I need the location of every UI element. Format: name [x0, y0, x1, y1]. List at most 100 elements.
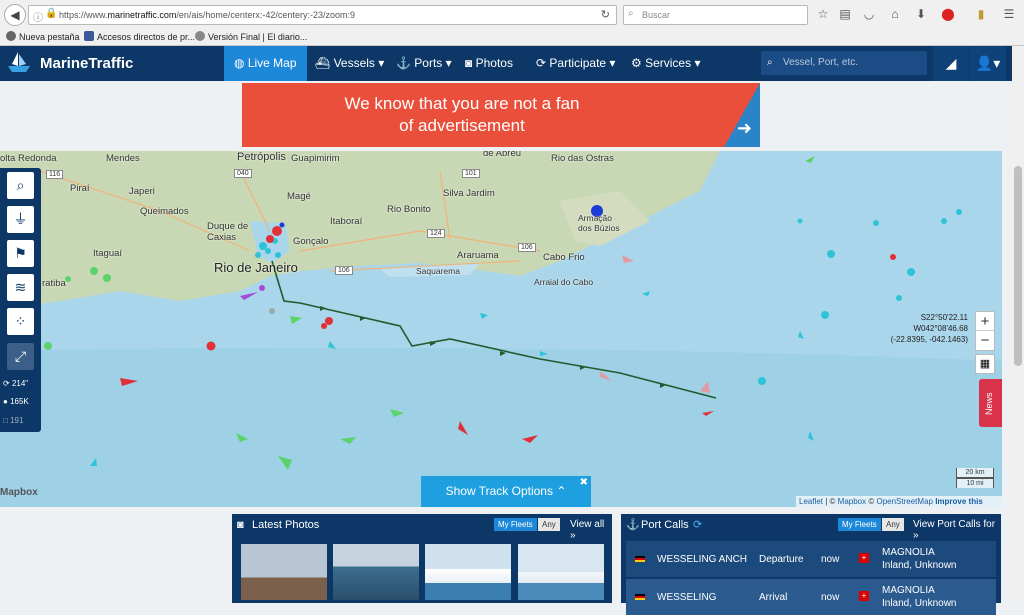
- nav-services[interactable]: ⚙ Services ▾: [621, 46, 710, 81]
- browser-search-input[interactable]: ⌕ Buscar: [623, 5, 808, 25]
- stat-value: 191: [10, 416, 24, 425]
- view-all-link[interactable]: View all »: [570, 519, 612, 541]
- fleet-icon[interactable]: ⚑: [7, 240, 34, 267]
- filter-icon[interactable]: ⏚: [7, 206, 34, 233]
- vessel-search-input[interactable]: ⌕ Vessel, Port, etc.: [761, 51, 927, 75]
- any-toggle[interactable]: Any: [538, 518, 560, 531]
- nav-label: Participate: [549, 56, 607, 70]
- home-icon[interactable]: ⌂: [888, 7, 902, 21]
- coords-lat: S22°50'22.11: [920, 313, 968, 322]
- scale-km: 20 km: [956, 468, 994, 478]
- road-shield: 116: [46, 170, 64, 179]
- search-icon: ⌕: [767, 57, 773, 68]
- photo-thumbnail[interactable]: [241, 544, 327, 600]
- back-button[interactable]: ◀: [4, 4, 26, 26]
- extension-icon[interactable]: ▮: [974, 7, 988, 21]
- advertisement-banner[interactable]: We know that you are not a fan of adverti…: [242, 83, 760, 147]
- event-type: Departure: [759, 554, 804, 565]
- refresh-icon[interactable]: ⟳: [693, 518, 702, 531]
- news-tab[interactable]: News: [979, 379, 1002, 427]
- stat-value: 214": [11, 379, 29, 388]
- download-icon[interactable]: ⬇: [914, 7, 928, 21]
- leaflet-link[interactable]: Leaflet: [799, 497, 823, 506]
- mapbox-link[interactable]: Mapbox: [838, 497, 866, 506]
- bookmark-label: Accesos directos de pr...: [97, 32, 196, 42]
- vessel-grey: [269, 308, 275, 314]
- my-fleets-toggle[interactable]: My Fleets: [494, 518, 537, 531]
- close-icon[interactable]: ✖: [580, 467, 588, 498]
- city-label: Petrópolis: [237, 151, 286, 163]
- city-label: Guapimirim: [291, 153, 340, 164]
- brand-name[interactable]: MarineTraffic: [40, 55, 133, 72]
- scale-mi: 10 mi: [956, 478, 994, 488]
- bookmarks-bar: Nueva pestaña Accesos directos de pr... …: [0, 29, 1024, 45]
- reload-icon[interactable]: ↻: [601, 8, 610, 21]
- table-row[interactable]: WESSELING ANCH Departure now + MAGNOLIA …: [626, 541, 996, 577]
- bookmark-new-tab[interactable]: Nueva pestaña: [6, 31, 80, 42]
- mapbox-logo[interactable]: Mapbox: [0, 487, 38, 498]
- camera-icon: ◙: [237, 519, 244, 531]
- table-row[interactable]: WESSELING Arrival now + MAGNOLIA Inland,…: [626, 579, 996, 615]
- menu-icon[interactable]: ☰: [1002, 7, 1016, 21]
- url-domain: marinetraffic.com: [107, 10, 177, 20]
- any-toggle[interactable]: Any: [882, 518, 904, 531]
- pocket-icon[interactable]: ◡: [862, 7, 876, 21]
- zoom-in-button[interactable]: +: [976, 312, 994, 331]
- cursor-coordinates: S22°50'22.11 W042°08'46.68 (-22.8395, -0…: [880, 312, 968, 345]
- anchor-icon: ⚓: [626, 519, 640, 531]
- view-port-calls-link[interactable]: View Port Calls for »: [913, 519, 1001, 541]
- adblock-icon[interactable]: ⬤: [941, 7, 955, 21]
- zoom-out-button[interactable]: −: [976, 331, 994, 350]
- refresh-stat: ⟳ 214": [3, 379, 28, 388]
- reading-list-icon[interactable]: ▤: [838, 7, 852, 21]
- show-track-options-button[interactable]: Show Track Options ⌃ ✖: [421, 476, 591, 507]
- bookmark-diario[interactable]: Versión Final | El diario...: [195, 31, 307, 42]
- search-icon: ⌕: [628, 8, 634, 19]
- scrollbar-thumb[interactable]: [1014, 166, 1022, 366]
- nav-photos[interactable]: ◙ Photos: [455, 46, 523, 81]
- browser-search-placeholder: Buscar: [642, 10, 671, 20]
- notifications-icon[interactable]: ◢: [933, 46, 969, 81]
- city-label: Rio Bonito: [387, 204, 431, 215]
- url-bar[interactable]: ⓘ 🔒 https://www.marinetraffic.com/en/ais…: [28, 5, 617, 25]
- city-label: Saquarema: [416, 266, 460, 276]
- nav-ports[interactable]: ⚓ Ports ▾: [386, 46, 462, 81]
- photo-thumbnail[interactable]: [425, 544, 511, 600]
- info-icon: ⓘ: [33, 13, 43, 24]
- anchor-icon: ⚓: [396, 56, 415, 70]
- city-label: Magé: [287, 191, 311, 202]
- map-layers-icon[interactable]: ▦: [975, 354, 995, 374]
- search-icon[interactable]: ⌕: [7, 172, 34, 199]
- city-label: olta Redonda: [0, 153, 57, 164]
- user-icon[interactable]: 👤▾: [970, 46, 1006, 81]
- refresh-icon: ⟳: [3, 379, 12, 388]
- page-scrollbar[interactable]: [1012, 46, 1024, 603]
- nav-label: Live Map: [247, 56, 297, 70]
- star-icon[interactable]: ☆: [816, 7, 830, 21]
- bookmark-facebook[interactable]: Accesos directos de pr...: [84, 31, 195, 42]
- port-calls-panel: ⚓ Port Calls ⟳ My Fleets Any View Port C…: [621, 514, 1001, 615]
- port-location: Inland, Unknown: [882, 598, 957, 609]
- chevron-up-icon: ⌃: [556, 484, 567, 498]
- track-label: Show Track Options: [445, 484, 553, 498]
- road-shield: 101: [462, 169, 480, 178]
- fullscreen-icon[interactable]: ⤢: [7, 343, 34, 370]
- event-time: now: [821, 592, 840, 603]
- layers-icon[interactable]: ≋: [7, 274, 34, 301]
- photo-thumbnail[interactable]: [333, 544, 419, 600]
- gear-icon: [6, 31, 16, 41]
- camera-icon: ◙: [465, 56, 476, 70]
- marinetraffic-logo-icon[interactable]: [4, 48, 34, 78]
- nav-live-map[interactable]: ◍ Live Map: [224, 46, 307, 81]
- nav-participate[interactable]: ⟳ Participate ▾: [526, 46, 625, 81]
- photo-thumbnail[interactable]: [518, 544, 604, 600]
- live-map[interactable]: olta Redonda Mendes Petrópolis Guapimiri…: [0, 151, 1002, 507]
- globe-icon: ◍: [234, 56, 248, 70]
- measure-icon[interactable]: ⁘: [7, 308, 34, 335]
- ad-text-line2: of advertisement: [399, 116, 525, 135]
- nav-vessels[interactable]: ⛴ Vessels ▾: [305, 46, 394, 81]
- osm-link[interactable]: OpenStreetMap: [876, 497, 932, 506]
- my-fleets-toggle[interactable]: My Fleets: [838, 518, 881, 531]
- city-label: ratiba: [42, 278, 66, 289]
- vessel-search-placeholder: Vessel, Port, etc.: [783, 57, 859, 68]
